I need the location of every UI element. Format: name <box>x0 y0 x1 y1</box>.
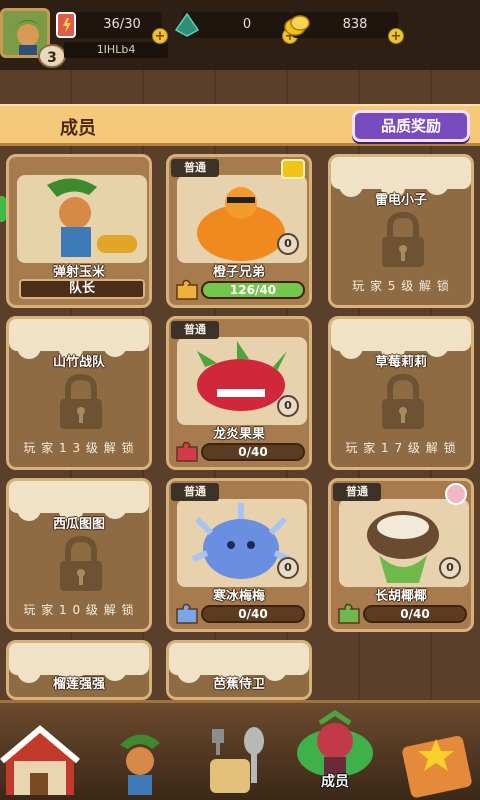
member-card-banana[interactable]: 芭蕉侍卫 <box>166 640 312 700</box>
energy-counter: 36/30 + <box>56 12 168 44</box>
fragment-progress: 0/40 <box>201 443 305 461</box>
nav-members[interactable]: 成员 <box>290 709 380 800</box>
corn-portrait <box>17 175 147 263</box>
member-card-watermelon[interactable]: 西瓜图图 玩 家 1 0 级 解 锁 <box>6 478 152 632</box>
player-id: 1IHLb4 <box>64 42 168 58</box>
member-card-corn[interactable]: 弹射玉米 队长 <box>6 154 152 308</box>
member-card-orange[interactable]: 普通 0 橙子兄弟 126/40 <box>166 154 312 308</box>
member-card-thunder[interactable]: 雷电小子 玩 家 5 级 解 锁 <box>328 154 474 308</box>
card-frosting <box>9 481 149 521</box>
unlock-requirement: 玩 家 1 0 级 解 锁 <box>23 603 135 617</box>
member-card-ice-plum[interactable]: 普通 0 寒冰梅梅 0/40 <box>166 478 312 632</box>
member-card-coconut[interactable]: 普通 0 长胡椰椰 0/40 <box>328 478 474 632</box>
progress-text: 0/40 <box>238 445 268 459</box>
add-coins-button[interactable]: + <box>388 28 404 44</box>
puzzle-piece-icon <box>176 441 198 462</box>
gem-value: 0 <box>242 17 252 32</box>
bottom-nav: 成员 <box>0 700 480 800</box>
member-name: 芭蕉侍卫 <box>212 677 265 692</box>
page-title: 成员 <box>60 118 96 139</box>
member-name: 山竹战队 <box>52 355 105 370</box>
member-card-dragonfruit[interactable]: 普通 0 龙炎果果 0/40 <box>166 316 312 470</box>
fork-spoon-icon <box>210 727 264 793</box>
rarity-tag: 普通 <box>171 321 219 339</box>
card-frosting <box>169 643 309 683</box>
house-icon <box>0 725 80 795</box>
gem-icon <box>174 12 200 37</box>
duplicate-count: 0 <box>277 233 299 255</box>
puzzle-piece-icon <box>338 603 360 624</box>
fragment-progress: 126/40 <box>201 281 305 299</box>
coin-value: 838 <box>342 17 368 32</box>
duplicate-count: 0 <box>277 395 299 417</box>
progress-text: 126/40 <box>229 283 277 297</box>
player-level-badge: 3 <box>38 44 66 68</box>
top-bar: 3 1IHLb4 36/30 + 0 + 838 + <box>0 0 480 70</box>
fragment-progress: 0/40 <box>363 605 467 623</box>
coin-icon <box>284 15 310 36</box>
book-star-icon <box>402 736 472 798</box>
coin-counter: 838 + <box>284 12 404 44</box>
puzzle-piece-icon <box>176 279 198 300</box>
member-name: 榴莲强强 <box>52 677 105 692</box>
progress-text: 0/40 <box>238 607 268 621</box>
corn-character-icon <box>47 178 137 257</box>
member-name: 弹射玉米 <box>52 265 105 280</box>
card-frosting <box>331 319 471 359</box>
add-energy-button[interactable]: + <box>152 28 168 44</box>
unlock-requirement: 玩 家 5 级 解 锁 <box>352 279 450 293</box>
unlock-requirement: 玩 家 1 7 级 解 锁 <box>345 441 457 455</box>
quality-reward-button[interactable]: 品质奖励 <box>352 110 470 142</box>
lock-icon <box>382 373 424 429</box>
members-icon <box>297 709 373 777</box>
rarity-tag: 普通 <box>171 483 219 501</box>
card-frosting <box>9 319 149 359</box>
lock-icon <box>382 211 424 267</box>
member-card-mangosteen[interactable]: 山竹战队 玩 家 1 3 级 解 锁 <box>6 316 152 470</box>
rarity-gem-icon <box>281 159 305 179</box>
energy-card-icon <box>56 12 76 38</box>
rarity-gem-icon <box>445 483 467 505</box>
rarity-tag: 普通 <box>171 159 219 177</box>
nav-members-label: 成员 <box>321 774 349 790</box>
member-name: 草莓莉莉 <box>374 355 427 370</box>
hero-icon <box>120 734 160 795</box>
lock-icon <box>60 373 102 429</box>
member-card-strawberry[interactable]: 草莓莉莉 玩 家 1 7 级 解 锁 <box>328 316 474 470</box>
member-name: 雷电小子 <box>374 193 427 208</box>
nav-home[interactable] <box>0 719 80 799</box>
duplicate-count: 0 <box>439 557 461 579</box>
card-frosting <box>9 643 149 683</box>
rarity-tag: 普通 <box>333 483 381 501</box>
member-card-durian[interactable]: 榴莲强强 <box>6 640 152 700</box>
progress-text: 0/40 <box>400 607 430 621</box>
gem-counter: 0 + <box>174 12 298 44</box>
member-name: 西瓜图图 <box>52 517 105 532</box>
lock-icon <box>60 535 102 591</box>
nav-collection[interactable] <box>396 719 476 799</box>
energy-value: 36/30 <box>103 17 141 32</box>
nav-heroes[interactable] <box>100 719 180 799</box>
fragment-progress: 0/40 <box>201 605 305 623</box>
card-frosting <box>331 157 471 197</box>
duplicate-count: 0 <box>277 557 299 579</box>
nav-kitchen[interactable] <box>196 719 276 799</box>
puzzle-piece-icon <box>176 603 198 624</box>
captain-label: 队长 <box>19 279 145 299</box>
unlock-requirement: 玩 家 1 3 级 解 锁 <box>23 441 135 455</box>
